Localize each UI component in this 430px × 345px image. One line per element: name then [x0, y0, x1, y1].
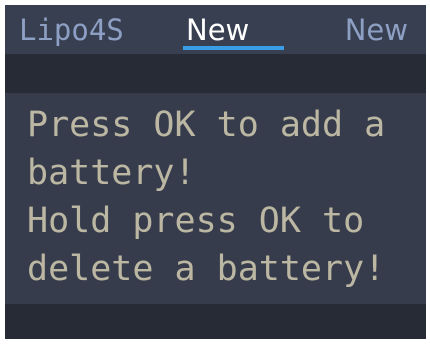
- active-tab-indicator: [183, 46, 284, 50]
- instruction-message: Press OK to add a battery! Hold press OK…: [27, 101, 423, 293]
- tab-bar: Lipo4S New New: [5, 5, 426, 54]
- tab-next[interactable]: New: [345, 10, 408, 50]
- tab-previous[interactable]: Lipo4S: [19, 10, 124, 50]
- message-line-2: battery!: [27, 153, 196, 193]
- message-line-1: Press OK to add a: [27, 105, 386, 145]
- message-line-3: Hold press OK to: [27, 201, 365, 241]
- footer-band: [5, 304, 426, 339]
- tab-current[interactable]: New: [186, 10, 249, 50]
- device-screen: Lipo4S New New Press OK to add a battery…: [5, 5, 426, 339]
- message-line-4: delete a battery!: [27, 249, 386, 289]
- header-spacer: [5, 54, 426, 93]
- message-panel: Press OK to add a battery! Hold press OK…: [5, 93, 426, 304]
